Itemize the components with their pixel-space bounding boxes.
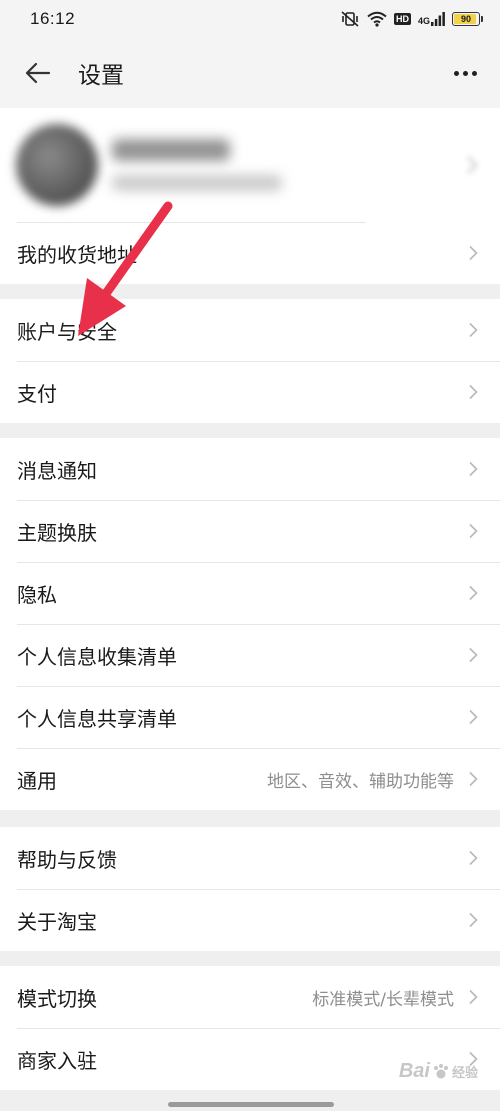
- profile-subtitle-blurred: [112, 175, 282, 191]
- row-label: 个人信息收集清单: [17, 644, 177, 669]
- settings-row-info-collection-list[interactable]: 个人信息收集清单: [0, 624, 500, 686]
- row-value: 标准模式/长辈模式: [312, 989, 454, 1010]
- chevron-right-icon: [469, 912, 478, 928]
- annotation-arrow-icon: [78, 201, 173, 336]
- settings-row-privacy[interactable]: 隐私: [0, 562, 500, 624]
- row-value: 地区、音效、辅助功能等: [267, 771, 454, 792]
- row-label: 帮助与反馈: [17, 847, 117, 872]
- watermark-logo: Bai 经验: [398, 1060, 478, 1082]
- vibrate-mute-icon: [341, 11, 359, 27]
- settings-row-payment[interactable]: 支付: [0, 361, 500, 423]
- settings-row-notifications[interactable]: 消息通知: [0, 438, 500, 500]
- page-title: 设置: [78, 63, 124, 89]
- more-dot-icon: [462, 70, 468, 76]
- chevron-right-icon: [469, 771, 478, 787]
- wifi-icon: [367, 11, 387, 27]
- row-label: 通用: [17, 768, 57, 793]
- status-icons: HD 4G 90: [340, 11, 483, 27]
- chevron-right-icon: [469, 585, 478, 601]
- battery-level: 90: [460, 14, 471, 24]
- more-dot-icon: [471, 70, 477, 76]
- settings-row-mode-switch[interactable]: 模式切换 标准模式/长辈模式: [0, 966, 500, 1028]
- chevron-right-icon: [469, 461, 478, 477]
- row-label: 支付: [17, 381, 57, 406]
- row-label: 隐私: [17, 582, 57, 607]
- row-label: 主题换肤: [17, 520, 97, 545]
- row-label: 个人信息共享清单: [17, 706, 177, 731]
- settings-group-general: 消息通知 主题换肤 隐私 个人信息收集清单 个人信息共享清单 通用 地区、音效、…: [0, 438, 500, 810]
- settings-group-help: 帮助与反馈 关于淘宝: [0, 827, 500, 951]
- chevron-right-icon: [469, 384, 478, 400]
- profile-name-blurred: [112, 139, 230, 161]
- chevron-right-icon: [469, 523, 478, 539]
- arrow-left-icon: [25, 62, 51, 84]
- chevron-right-icon: [467, 156, 478, 174]
- battery-icon: 90: [452, 12, 483, 26]
- profile-info: [112, 139, 282, 191]
- header-bar: 设置: [0, 38, 500, 108]
- settings-row-info-sharing-list[interactable]: 个人信息共享清单: [0, 686, 500, 748]
- more-dot-icon: [453, 70, 459, 76]
- settings-row-about[interactable]: 关于淘宝: [0, 889, 500, 951]
- row-label: 消息通知: [17, 458, 97, 483]
- chevron-right-icon: [469, 989, 478, 1005]
- back-button[interactable]: [18, 53, 58, 93]
- settings-row-general[interactable]: 通用 地区、音效、辅助功能等: [0, 748, 500, 810]
- avatar: [16, 124, 98, 206]
- row-label: 商家入驻: [17, 1048, 97, 1073]
- status-bar: 16:12 HD 4G 90: [0, 0, 500, 38]
- chevron-right-icon: [469, 245, 478, 261]
- chevron-right-icon: [469, 322, 478, 338]
- home-indicator[interactable]: [168, 1102, 334, 1107]
- network-type: 4G: [417, 16, 430, 26]
- chevron-right-icon: [469, 709, 478, 725]
- status-time: 16:12: [30, 9, 76, 28]
- more-options-button[interactable]: [448, 58, 482, 88]
- chevron-right-icon: [469, 647, 478, 663]
- settings-row-theme[interactable]: 主题换肤: [0, 500, 500, 562]
- row-label: 模式切换: [17, 986, 97, 1011]
- settings-row-help-feedback[interactable]: 帮助与反馈: [0, 827, 500, 889]
- hd-badge: HD: [393, 13, 411, 25]
- signal-icon: 4G: [418, 12, 445, 26]
- row-label: 关于淘宝: [17, 909, 97, 934]
- paw-icon: [433, 1063, 448, 1078]
- chevron-right-icon: [469, 850, 478, 866]
